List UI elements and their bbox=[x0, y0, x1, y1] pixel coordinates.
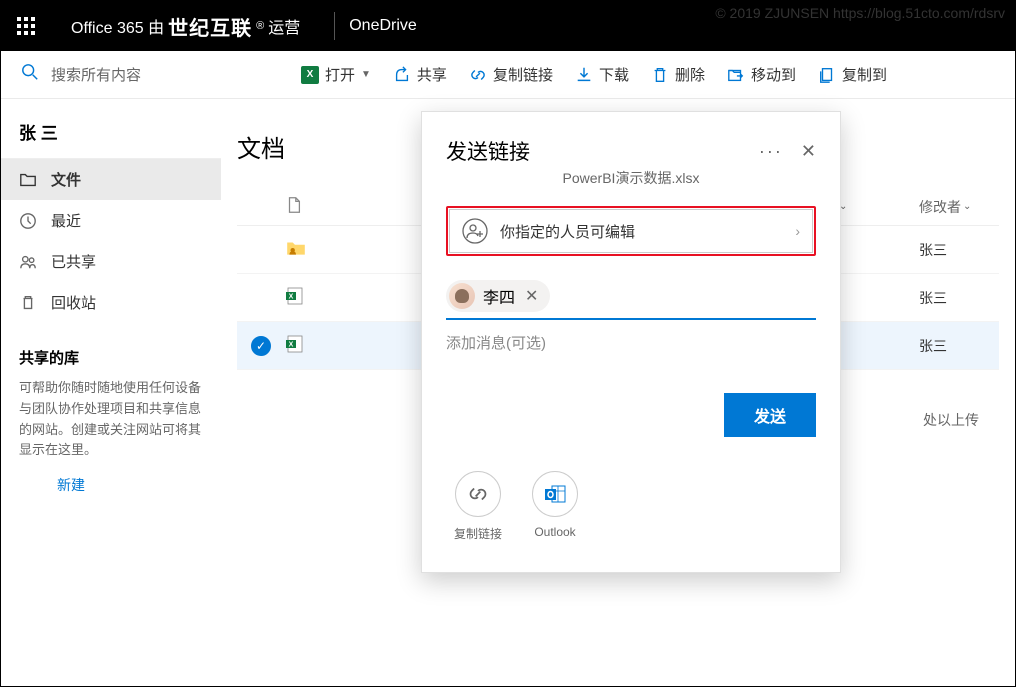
app-name[interactable]: OneDrive bbox=[349, 17, 417, 35]
delete-button[interactable]: 删除 bbox=[641, 51, 715, 98]
xlsx-icon: X bbox=[285, 334, 305, 354]
remove-recipient-icon[interactable]: ✕ bbox=[523, 286, 540, 306]
search-box[interactable]: 搜索所有内容 bbox=[9, 63, 289, 86]
outlook-label: Outlook bbox=[534, 525, 575, 539]
permission-selector-highlight: 你指定的人员可编辑 › bbox=[446, 206, 816, 256]
chevron-right-icon: › bbox=[795, 223, 800, 239]
brand-prefix: Office 365 由 bbox=[71, 14, 164, 38]
link-icon bbox=[467, 483, 489, 505]
shared-folder-icon bbox=[285, 237, 307, 259]
share-button[interactable]: 共享 bbox=[383, 51, 457, 98]
nav-recycle-label: 回收站 bbox=[51, 292, 96, 313]
file-icon-header bbox=[285, 196, 303, 214]
recycle-icon bbox=[19, 294, 37, 312]
copy-link-label: 复制链接 bbox=[454, 525, 502, 542]
brand-reg: ® bbox=[256, 20, 264, 32]
dialog-subtitle: PowerBI演示数据.xlsx bbox=[446, 168, 816, 188]
app-launcher-icon[interactable] bbox=[1, 1, 51, 51]
send-button[interactable]: 发送 bbox=[724, 393, 816, 437]
message-input[interactable]: 添加消息(可选) bbox=[446, 332, 816, 353]
people-plus-icon bbox=[462, 218, 488, 244]
command-bar: 搜索所有内容 X 打开 ▼ 共享 复制链接 下载 删除 移动到 复制到 bbox=[1, 51, 1015, 99]
brand-label: Office 365 由 世纪互联 ® 运营 bbox=[51, 12, 320, 41]
copyto-label: 复制到 bbox=[842, 64, 887, 85]
open-button[interactable]: X 打开 ▼ bbox=[291, 51, 381, 98]
dialog-title: 发送链接 bbox=[446, 136, 530, 166]
moveto-label: 移动到 bbox=[751, 64, 796, 85]
brand-main: 世纪互联 bbox=[168, 12, 252, 41]
row-checkbox[interactable]: ✓ bbox=[251, 336, 271, 356]
avatar bbox=[449, 283, 475, 309]
nav-shared[interactable]: 已共享 bbox=[1, 241, 221, 282]
chevron-down-icon: ▼ bbox=[361, 69, 371, 80]
excel-icon: X bbox=[301, 66, 319, 84]
delete-label: 删除 bbox=[675, 64, 705, 85]
download-icon bbox=[575, 66, 593, 84]
nav-recent[interactable]: 最近 bbox=[1, 200, 221, 241]
share-label: 共享 bbox=[417, 64, 447, 85]
moveto-button[interactable]: 移动到 bbox=[717, 51, 806, 98]
brand-suffix: 运营 bbox=[268, 14, 300, 38]
watermark-text: © 2019 ZJUNSEN https://blog.51cto.com/rd… bbox=[715, 5, 1005, 21]
search-icon bbox=[21, 63, 39, 86]
outlook-option[interactable]: Outlook bbox=[532, 471, 578, 542]
download-label: 下载 bbox=[599, 64, 629, 85]
folder-icon bbox=[19, 171, 37, 189]
svg-text:X: X bbox=[289, 294, 294, 301]
nav-recycle[interactable]: 回收站 bbox=[1, 282, 221, 323]
copylink-button[interactable]: 复制链接 bbox=[459, 51, 563, 98]
shared-lib-header: 共享的库 bbox=[1, 323, 221, 378]
svg-text:X: X bbox=[289, 342, 294, 349]
recipient-chip: 李四 ✕ bbox=[446, 280, 550, 312]
nav-files[interactable]: 文件 bbox=[1, 159, 221, 200]
nav-files-label: 文件 bbox=[51, 169, 81, 190]
recipients-input[interactable]: 李四 ✕ bbox=[446, 280, 816, 320]
close-icon[interactable]: ✕ bbox=[801, 141, 816, 162]
search-placeholder: 搜索所有内容 bbox=[51, 64, 141, 85]
outlook-icon bbox=[543, 482, 567, 506]
copylink-label: 复制链接 bbox=[493, 64, 553, 85]
link-icon bbox=[469, 66, 487, 84]
new-link[interactable]: 新建 bbox=[1, 461, 221, 495]
more-icon[interactable]: ··· bbox=[759, 141, 783, 162]
clock-icon bbox=[19, 212, 37, 230]
permission-selector[interactable]: 你指定的人员可编辑 › bbox=[449, 209, 813, 253]
row-modifier: 张三 bbox=[919, 288, 999, 308]
copyto-icon bbox=[818, 66, 836, 84]
moveto-icon bbox=[727, 66, 745, 84]
download-button[interactable]: 下载 bbox=[565, 51, 639, 98]
open-label: 打开 bbox=[325, 64, 355, 85]
xlsx-icon: X bbox=[285, 286, 305, 306]
chevron-down-icon: ⌄ bbox=[963, 201, 971, 212]
recipient-name: 李四 bbox=[483, 284, 515, 308]
shared-lib-desc: 可帮助你随时随地使用任何设备与团队协作处理项目和共享信息的网站。创建或关注网站可… bbox=[1, 378, 221, 461]
nav-recent-label: 最近 bbox=[51, 210, 81, 231]
copyto-button[interactable]: 复制到 bbox=[808, 51, 897, 98]
nav-shared-label: 已共享 bbox=[51, 251, 96, 272]
sidebar: 张 三 文件 最近 已共享 回收站 共享的库 可帮助你随时随地使用任何设备与团队… bbox=[1, 99, 221, 686]
trash-icon bbox=[651, 66, 669, 84]
copy-link-option[interactable]: 复制链接 bbox=[454, 471, 502, 542]
permission-label: 你指定的人员可编辑 bbox=[500, 221, 783, 242]
share-icon bbox=[393, 66, 411, 84]
user-name: 张 三 bbox=[1, 119, 221, 159]
people-icon bbox=[19, 253, 37, 271]
col-modifier-label[interactable]: 修改者 bbox=[919, 197, 961, 217]
row-modifier: 张三 bbox=[919, 240, 999, 260]
send-link-dialog: 发送链接 ··· ✕ PowerBI演示数据.xlsx 你指定的人员可编辑 › … bbox=[421, 111, 841, 573]
row-modifier: 张三 bbox=[919, 336, 999, 356]
divider bbox=[334, 12, 335, 40]
